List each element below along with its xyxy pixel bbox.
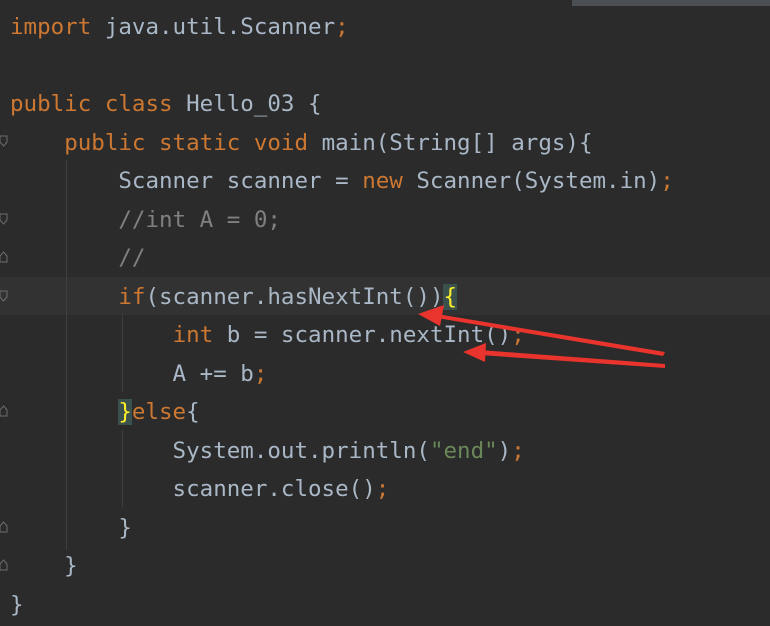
- annotation-arrow: [418, 305, 665, 356]
- annotation-arrows: [418, 305, 665, 368]
- annotation-arrow: [463, 343, 665, 368]
